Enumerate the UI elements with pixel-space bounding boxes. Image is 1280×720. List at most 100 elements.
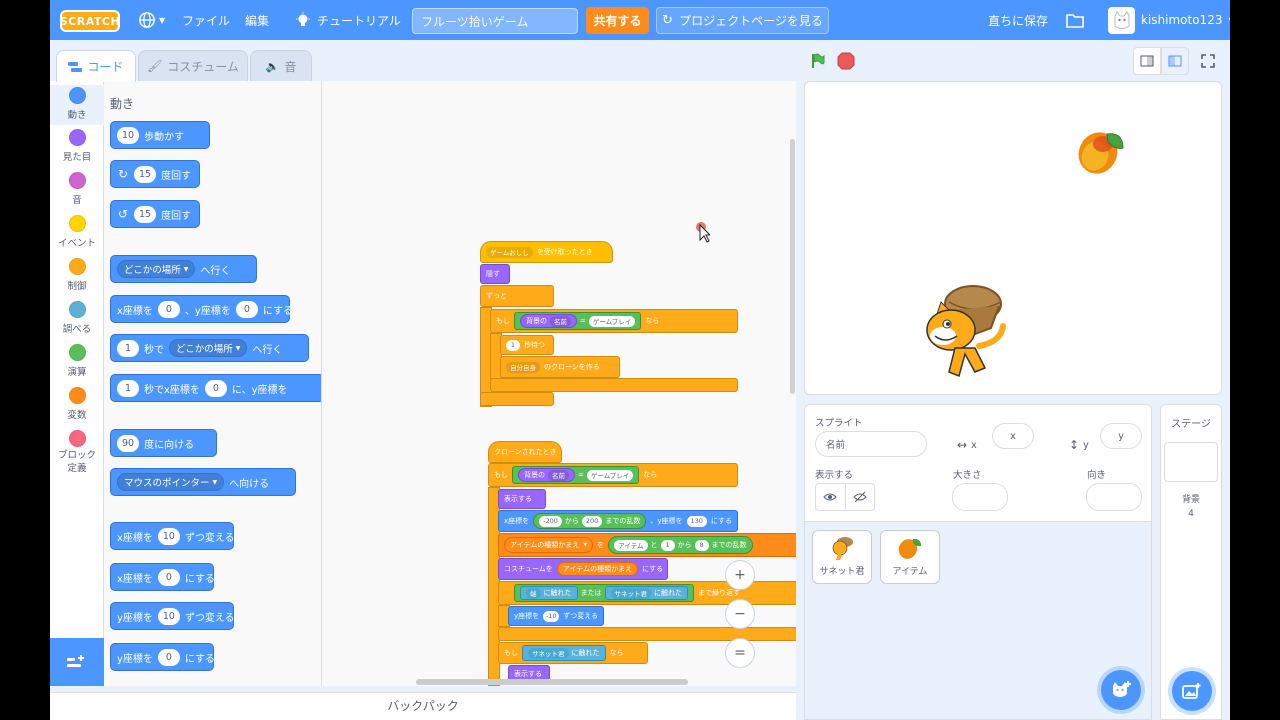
- zoom-reset-button[interactable]: =: [725, 638, 755, 668]
- script-block-clone-hat[interactable]: クローンされたとき: [488, 441, 562, 463]
- block-dropdown[interactable]: 名前: [548, 469, 569, 481]
- join-operator[interactable]: アイテム と 1 から 8 までの乱数: [608, 536, 753, 554]
- block-dropdown[interactable]: どこかの場所 ▼: [169, 339, 248, 357]
- touching-sensor[interactable]: 端に触れた: [520, 586, 578, 600]
- tutorials-button[interactable]: チュートリアル: [295, 0, 401, 40]
- block-input[interactable]: 200: [581, 515, 603, 527]
- sprite-thumb-item[interactable]: アイテム: [880, 530, 940, 584]
- category-sound[interactable]: 音: [50, 172, 104, 206]
- block-glide-xy[interactable]: 1 秒でx座標を 0 に、y座標を: [110, 374, 321, 402]
- block-input[interactable]: 130: [686, 515, 707, 527]
- sprite-name-field[interactable]: 名前: [815, 431, 927, 457]
- sprite-thumb-sanet[interactable]: サネット君: [812, 530, 872, 584]
- category-sensing[interactable]: 調べる: [50, 301, 104, 335]
- save-now-button[interactable]: 直ちに保存: [988, 0, 1048, 40]
- zoom-out-button[interactable]: −: [725, 599, 755, 629]
- category-events[interactable]: イベント: [50, 215, 104, 249]
- block-input[interactable]: 0: [204, 379, 227, 397]
- hide-sprite-button[interactable]: [846, 484, 875, 510]
- large-stage-button[interactable]: [1161, 47, 1189, 75]
- zoom-in-button[interactable]: +: [725, 560, 755, 590]
- block-dropdown[interactable]: マウスのポインター ▼: [117, 473, 225, 491]
- scratch-logo[interactable]: SCRATCH: [60, 10, 120, 32]
- block-dropdown[interactable]: 名前: [550, 315, 571, 327]
- green-flag-button[interactable]: [804, 47, 832, 75]
- script-block-if[interactable]: もし 背景の 名前 = ゲームプレイ なら: [490, 309, 738, 333]
- tab-costumes[interactable]: 🖌 コスチューム: [138, 50, 248, 81]
- equals-operator[interactable]: 背景の 名前 = ゲームプレイ: [514, 312, 642, 330]
- mango-sprite[interactable]: [1075, 126, 1127, 178]
- block-input[interactable]: 0: [235, 300, 258, 318]
- block-input[interactable]: 0: [157, 648, 180, 666]
- block-dropdown[interactable]: 自分自身: [506, 361, 540, 373]
- block-point-towards[interactable]: マウスのポインター ▼ へ向ける: [110, 468, 296, 496]
- block-change-x[interactable]: x座標を 10 ずつ変える: [110, 522, 235, 550]
- small-stage-button[interactable]: [1133, 47, 1161, 75]
- block-input[interactable]: 0: [157, 568, 180, 586]
- avatar[interactable]: [1108, 7, 1135, 34]
- add-backdrop-button[interactable]: [1172, 671, 1212, 711]
- backdrop-reporter[interactable]: 背景の 名前: [520, 314, 577, 328]
- stage-canvas[interactable]: [804, 81, 1222, 395]
- fullscreen-button[interactable]: [1194, 47, 1222, 75]
- block-change-y[interactable]: y座標を 10 ずつ変える: [110, 602, 235, 630]
- edit-menu[interactable]: 編集: [245, 0, 269, 40]
- block-input[interactable]: ゲームプレイ: [588, 315, 636, 327]
- category-looks[interactable]: 見た目: [50, 129, 104, 163]
- share-button[interactable]: 共有する: [586, 7, 649, 34]
- tab-sounds[interactable]: 🔈 音: [250, 50, 312, 81]
- block-glide[interactable]: 1 秒で どこかの場所 ▼ へ行く: [110, 334, 309, 362]
- category-my-blocks[interactable]: ブロック定義: [50, 430, 104, 476]
- block-set-y[interactable]: y座標を 0 にする: [110, 643, 215, 671]
- block-input[interactable]: 10: [157, 607, 180, 625]
- block-dropdown[interactable]: どこかの場所 ▼: [117, 260, 196, 278]
- script-block-if-touching[interactable]: もし サネット君 に触れた なら: [498, 642, 648, 664]
- category-control[interactable]: 制御: [50, 258, 104, 292]
- sanet-cat-sprite[interactable]: [915, 280, 1011, 384]
- script-block-change-y[interactable]: y座標を -10 ずつ変える: [508, 606, 604, 626]
- backdrop-reporter[interactable]: 背景の 名前: [518, 468, 575, 482]
- block-input[interactable]: 10: [157, 527, 180, 545]
- block-dropdown[interactable]: サネット君: [528, 647, 569, 659]
- category-variables[interactable]: 変数: [50, 387, 104, 421]
- equals-operator[interactable]: 背景の 名前 = ゲームプレイ: [512, 466, 640, 484]
- y-field[interactable]: y: [1100, 423, 1142, 449]
- script-block-hide[interactable]: 隠す: [480, 264, 510, 284]
- block-input[interactable]: -200: [539, 515, 562, 527]
- script-block-create-clone[interactable]: 自分自身 のクローンを作る: [500, 356, 620, 378]
- add-sprite-button[interactable]: [1101, 670, 1141, 710]
- block-input[interactable]: 1: [506, 339, 520, 351]
- touching-sensor[interactable]: サネット君 に触れた: [604, 586, 688, 600]
- block-input[interactable]: 1: [660, 539, 675, 551]
- block-dropdown[interactable]: サネット君: [610, 587, 651, 599]
- show-sprite-button[interactable]: [816, 484, 846, 510]
- variable-reporter[interactable]: アイテムの種類かまえ: [556, 562, 639, 576]
- block-input[interactable]: 90: [117, 434, 140, 452]
- random-operator[interactable]: -200 から 200 までの乱数: [533, 513, 647, 529]
- tab-code[interactable]: コード: [56, 50, 136, 82]
- block-input[interactable]: 15: [134, 165, 157, 183]
- block-goto-xy[interactable]: x座標を 0 、y座標を 0 にする: [110, 295, 293, 323]
- add-extension-button[interactable]: [50, 638, 104, 686]
- block-point-direction[interactable]: 90 度に向ける: [110, 429, 217, 457]
- block-input[interactable]: 8: [694, 539, 709, 551]
- block-dropdown[interactable]: 端: [526, 587, 541, 599]
- category-motion[interactable]: 動き: [50, 85, 104, 125]
- category-operators[interactable]: 演算: [50, 344, 104, 378]
- script-block-forever[interactable]: ずっと: [480, 285, 554, 307]
- vertical-scrollbar[interactable]: [790, 139, 795, 394]
- code-area[interactable]: ゲームおしし を受け取ったとき 隠す ずっと もし 背景の 名前 = ゲームプレイ…: [322, 81, 796, 686]
- touching-sensor[interactable]: サネット君 に触れた: [522, 645, 606, 661]
- block-input[interactable]: 10: [117, 126, 140, 144]
- script-block-switch-costume[interactable]: コスチュームを アイテムの種類かまえ にする: [498, 558, 668, 580]
- script-block-wait[interactable]: 1 秒待つ: [500, 335, 554, 355]
- block-set-x[interactable]: x座標を 0 にする: [110, 563, 215, 591]
- stop-button[interactable]: [832, 47, 860, 75]
- stage-thumbnail[interactable]: [1164, 442, 1218, 482]
- script-block-if[interactable]: もし 背景の 名前 = ゲームプレイ なら: [488, 463, 738, 487]
- block-dropdown[interactable]: アイテムの種類かまえ ▼: [504, 537, 594, 553]
- stage-selector-panel[interactable]: ステージ 背景 4: [1160, 404, 1222, 720]
- block-turn-right[interactable]: ↻ 15 度回す: [110, 160, 200, 188]
- block-dropdown[interactable]: ゲームおしし: [486, 246, 533, 258]
- horizontal-scrollbar[interactable]: [416, 679, 688, 685]
